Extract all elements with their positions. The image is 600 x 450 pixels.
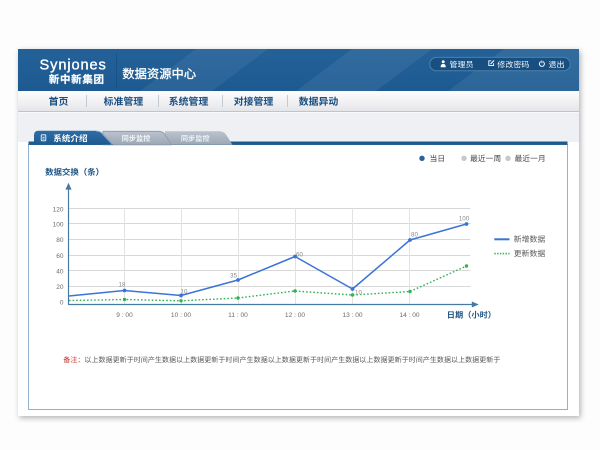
svg-text:35: 35 xyxy=(230,273,237,280)
svg-text:18: 18 xyxy=(119,282,126,289)
svg-text:12 : 00: 12 : 00 xyxy=(285,312,305,319)
svg-text:80: 80 xyxy=(411,232,418,239)
svg-text:40: 40 xyxy=(56,269,64,276)
svg-text:10: 10 xyxy=(181,289,188,296)
svg-text:10: 10 xyxy=(355,290,362,297)
svg-text:100: 100 xyxy=(459,216,470,223)
svg-text:13 : 00: 13 : 00 xyxy=(342,312,362,319)
svg-text:20: 20 xyxy=(56,284,64,291)
svg-text:60: 60 xyxy=(56,253,64,260)
svg-text:9 : 00: 9 : 00 xyxy=(116,312,133,319)
svg-text:14 : 00: 14 : 00 xyxy=(399,312,419,319)
svg-text:11 : 00: 11 : 00 xyxy=(228,312,248,319)
svg-text:Synjones: Synjones xyxy=(40,58,107,74)
svg-text:100: 100 xyxy=(53,222,64,229)
svg-text:0: 0 xyxy=(60,299,64,306)
svg-text:10 : 00: 10 : 00 xyxy=(171,312,191,319)
svg-text:80: 80 xyxy=(56,237,64,244)
svg-text:60: 60 xyxy=(296,252,303,259)
svg-text:120: 120 xyxy=(53,206,64,213)
